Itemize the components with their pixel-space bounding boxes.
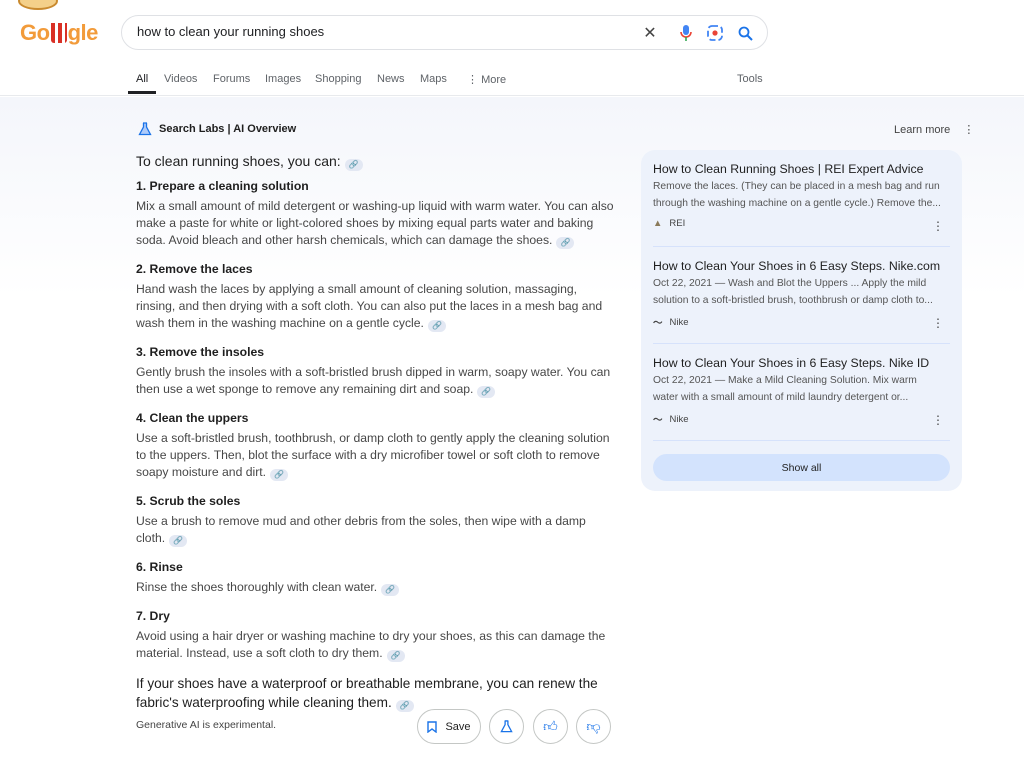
thumbs-up-button[interactable]: 👍︎ [533,709,568,744]
step-title: 6. Rinse [136,560,183,574]
ai-overview-body: To clean running shoes, you can: 🔗 1. Pre… [136,151,614,712]
source-title[interactable]: How to Clean Running Shoes | REI Expert … [653,162,950,176]
save-button[interactable]: Save [417,709,481,744]
step-text: Avoid using a hair dryer or washing mach… [136,629,606,662]
step-item: 5. Scrub the soles Use a brush to remove … [136,493,614,547]
step-text: Use a brush to remove mud and other debr… [136,514,586,547]
step-item: 6. Rinse Rinse the shoes thoroughly with … [136,559,614,596]
link-icon[interactable]: 🔗 [381,584,400,596]
more-options-icon[interactable]: ⋮ [963,124,974,136]
tab-more-label: More [481,74,507,86]
search-box: ✕ [121,15,768,50]
source-snippet: Remove the laces. (They can be placed in… [653,181,940,192]
intro-text: To clean running shoes, you can: 🔗 [136,151,614,171]
source-site: 〜 Nike [653,315,950,330]
step-text: Hand wash the laces by applying a small … [136,282,603,332]
tab-forums[interactable]: Forums [213,73,250,91]
bookmark-icon [427,720,438,733]
source-card[interactable]: How to Clean Your Shoes in 6 Easy Steps.… [653,247,950,344]
source-snippet: Oct 22, 2021 — Make a Mild Cleaning Solu… [653,375,917,386]
microphone-icon[interactable] [676,23,696,43]
clear-icon[interactable]: ✕ [640,23,660,43]
tab-tools[interactable]: Tools [737,73,763,91]
link-icon[interactable]: 🔗 [270,469,289,481]
labs-flask-icon [138,122,152,136]
more-options-icon[interactable]: ⋮ [932,316,944,330]
step-title: 2. Remove the laces [136,262,253,276]
link-icon[interactable]: 🔗 [556,237,575,249]
source-snippet: through the washing machine on a gentle … [653,197,941,209]
doodle-decoration [18,0,58,10]
learn-more-link[interactable]: Learn more ⋮ [894,123,974,136]
link-icon[interactable]: 🔗 [395,700,414,712]
tab-more[interactable]: ⋮ More [467,73,506,92]
step-title: 4. Clean the uppers [136,411,249,425]
step-text: Mix a small amount of mild detergent or … [136,199,614,249]
step-item: 2. Remove the laces Hand wash the laces b… [136,261,614,332]
ai-overview-header: Search Labs | AI Overview [138,122,296,136]
step-text: Use a soft-bristled brush, toothbrush, o… [136,431,610,481]
results-area: Search Labs | AI Overview Learn more ⋮ T… [0,97,1024,759]
source-title[interactable]: How to Clean Your Shoes in 6 Easy Steps.… [653,356,950,370]
source-site-name: REI [669,218,686,229]
tab-videos[interactable]: Videos [164,73,197,91]
step-title: 3. Remove the insoles [136,345,265,359]
more-options-icon[interactable]: ⋮ [932,413,944,427]
tab-shopping[interactable]: Shopping [315,73,362,91]
sources-panel: How to Clean Running Shoes | REI Expert … [641,150,962,491]
source-title[interactable]: How to Clean Your Shoes in 6 Easy Steps.… [653,259,950,273]
google-doodle-logo[interactable]: Go gle [20,20,98,46]
step-text: Gently brush the insoles with a soft-bri… [136,365,611,398]
step-title: 5. Scrub the soles [136,494,241,508]
source-snippet: water with a small amount of mild laundr… [653,391,909,403]
tab-maps[interactable]: Maps [420,73,447,91]
header: Gogle ✕ All Videos Forums Images Shoppin… [0,0,1024,96]
link-icon[interactable]: 🔗 [427,320,446,332]
thumbs-down-button[interactable]: 👎︎ [576,709,611,744]
lens-icon[interactable] [705,23,725,43]
source-snippet: solution to a soft-bristled brush, tooth… [653,294,933,306]
source-site: 〜 Nike [653,412,950,427]
source-card[interactable]: How to Clean Your Shoes in 6 Easy Steps.… [653,344,950,441]
nike-swoosh-icon: 〜 [653,318,663,329]
more-options-icon[interactable]: ⋮ [932,219,944,233]
labs-button[interactable] [489,709,524,744]
search-input[interactable] [137,24,617,39]
show-all-button[interactable]: Show all [653,454,950,481]
step-item: 3. Remove the insoles Gently brush the in… [136,344,614,398]
tab-images[interactable]: Images [265,73,301,91]
thumbs-down-icon: 👎︎ [586,718,601,734]
step-item: 4. Clean the uppers Use a soft-bristled b… [136,410,614,481]
source-site-name: Nike [669,413,689,425]
nike-swoosh-icon: 〜 [653,415,663,426]
link-icon[interactable]: 🔗 [344,159,363,171]
search-icon[interactable] [735,23,755,43]
rei-favicon-icon: ▲ [653,218,663,229]
save-label: Save [445,720,471,733]
source-site-name: Nike [669,316,689,328]
labs-flask-icon [500,720,513,733]
tab-all[interactable]: All [128,73,157,94]
ai-overview-title: Search Labs | AI Overview [159,123,297,135]
thumbs-up-icon: 👍︎ [543,718,558,734]
step-item: 7. Dry Avoid using a hair dryer or washin… [136,608,614,662]
link-icon[interactable]: 🔗 [477,386,496,398]
step-title: 1. Prepare a cleaning solution [136,179,309,193]
step-text: Rinse the shoes thoroughly with clean wa… [136,579,614,596]
outro-text: If your shoes have a waterproof or breat… [136,676,598,712]
link-icon[interactable]: 🔗 [169,535,188,547]
tab-news[interactable]: News [377,73,405,91]
source-site: ▲ REI [653,218,950,229]
link-icon[interactable]: 🔗 [386,650,405,662]
step-title: 7. Dry [136,609,170,623]
source-snippet: Oct 22, 2021 — Wash and Blot the Uppers … [653,278,927,289]
step-item: 1. Prepare a cleaning solution Mix a smal… [136,178,614,249]
disclaimer: Generative AI is experimental. [136,719,277,731]
more-vert-icon: ⋮ [467,74,482,86]
source-card[interactable]: How to Clean Running Shoes | REI Expert … [653,150,950,247]
